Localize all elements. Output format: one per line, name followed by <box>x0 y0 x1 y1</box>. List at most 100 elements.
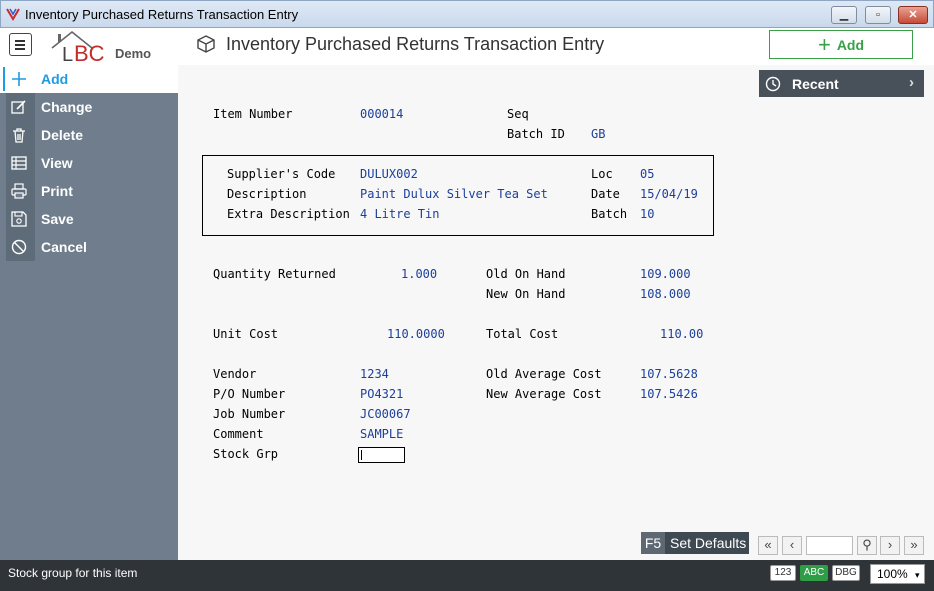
vendor-value[interactable]: 1234 <box>360 367 389 381</box>
sidebar-item-print[interactable]: Print <box>0 177 178 205</box>
quantity-returned-label: Quantity Returned <box>213 267 336 281</box>
minimize-button[interactable]: ▁ <box>831 6 857 24</box>
table-icon <box>11 156 27 170</box>
printer-icon <box>11 183 27 199</box>
new-on-hand-value: 108.000 <box>640 287 691 301</box>
comment-label: Comment <box>213 427 264 441</box>
page-title: Inventory Purchased Returns Transaction … <box>226 34 605 54</box>
last-record-button[interactable]: » <box>904 536 924 555</box>
comment-value[interactable]: SAMPLE <box>360 427 403 441</box>
f5-key-badge: F5 <box>641 532 665 554</box>
sidebar-item-cancel[interactable]: Cancel <box>0 233 178 261</box>
po-number-value[interactable]: PO4321 <box>360 387 403 401</box>
search-icon[interactable]: ⚲ <box>857 536 877 555</box>
svg-text:L: L <box>62 44 73 64</box>
sidebar-item-label: Print <box>41 183 73 199</box>
zoom-value: 100% <box>877 567 908 581</box>
batch-id-value[interactable]: GB <box>591 127 605 141</box>
old-average-cost-value: 107.5628 <box>640 367 698 381</box>
old-on-hand-value: 109.000 <box>640 267 691 281</box>
extra-description-value[interactable]: 4 Litre Tin <box>360 207 439 221</box>
total-cost-value: 110.00 <box>660 327 704 341</box>
suppliers-code-value[interactable]: DULUX002 <box>360 167 418 181</box>
sidebar-item-change[interactable]: Change <box>0 93 178 121</box>
debug-mode-badge[interactable]: DBG <box>832 565 860 581</box>
maximize-button[interactable]: ▫ <box>865 6 891 24</box>
previous-record-button[interactable]: ‹ <box>782 536 802 555</box>
set-defaults-button[interactable]: F5 Set Defaults <box>641 532 749 554</box>
extra-description-label: Extra Description <box>227 207 350 221</box>
seq-label: Seq <box>507 107 529 121</box>
alpha-mode-badge[interactable]: ABC <box>800 565 828 581</box>
sidebar-item-delete[interactable]: Delete <box>0 121 178 149</box>
app-icon <box>6 8 20 21</box>
status-message: Stock group for this item <box>8 566 138 580</box>
svg-text:BC: BC <box>74 41 105 64</box>
sidebar-item-label: Cancel <box>41 239 87 255</box>
sidebar-item-label: View <box>41 155 73 171</box>
total-cost-label: Total Cost <box>486 327 559 341</box>
zoom-select[interactable]: 100% ▾ <box>870 564 925 584</box>
unit-cost-value[interactable]: 110.0000 <box>387 327 445 341</box>
add-button[interactable]: + Add <box>769 30 913 59</box>
status-bar: Stock group for this item 123 ABC DBG 10… <box>0 560 934 591</box>
trash-icon <box>13 128 25 143</box>
sidebar-item-label: Change <box>41 99 93 115</box>
batch-id-label: Batch ID <box>507 127 565 141</box>
quantity-returned-value[interactable]: 1.000 <box>401 267 437 281</box>
set-defaults-label: Set Defaults <box>670 535 747 551</box>
unit-cost-label: Unit Cost <box>213 327 279 341</box>
new-average-cost-label: New Average Cost <box>486 387 602 401</box>
numeric-mode-badge[interactable]: 123 <box>770 565 796 581</box>
stock-grp-input[interactable] <box>358 447 405 463</box>
suppliers-code-label: Supplier's Code <box>227 167 336 181</box>
sidebar-item-label: Save <box>41 211 74 227</box>
job-number-value[interactable]: JC00067 <box>360 407 411 421</box>
chevron-right-icon: › <box>909 74 914 91</box>
record-number-input[interactable] <box>806 536 853 555</box>
save-icon <box>11 211 27 227</box>
window-titlebar: Inventory Purchased Returns Transaction … <box>0 0 934 28</box>
recent-label: Recent <box>792 76 839 92</box>
clock-icon <box>765 76 781 92</box>
po-number-label: P/O Number <box>213 387 286 401</box>
loc-label: Loc <box>591 167 613 181</box>
sidebar-item-label: Delete <box>41 127 84 143</box>
date-label: Date <box>591 187 620 201</box>
close-button[interactable]: ✕ <box>898 6 928 24</box>
first-record-button[interactable]: « <box>758 536 778 555</box>
description-value[interactable]: Paint Dulux Silver Tea Set <box>360 187 548 201</box>
batch-label: Batch <box>591 207 628 221</box>
app-header: L BC Demo Inventory Purchased Returns Tr… <box>0 28 934 65</box>
logo-demo-text: Demo <box>115 46 152 61</box>
plus-icon <box>12 72 26 86</box>
item-number-value[interactable]: 000014 <box>360 107 403 121</box>
next-record-button[interactable]: › <box>880 536 900 555</box>
loc-value[interactable]: 05 <box>640 167 654 181</box>
new-on-hand-label: New On Hand <box>486 287 566 301</box>
chevron-down-icon: ▾ <box>915 570 920 580</box>
old-average-cost-label: Old Average Cost <box>486 367 602 381</box>
sidebar-item-label: Add <box>41 71 69 87</box>
old-on-hand-label: Old On Hand <box>486 267 566 281</box>
box-icon <box>197 35 215 53</box>
description-label: Description <box>227 187 307 201</box>
sidebar: Add Change Delete View Print Save Cancel <box>0 65 178 560</box>
vendor-label: Vendor <box>213 367 257 381</box>
job-number-label: Job Number <box>213 407 286 421</box>
batch-value[interactable]: 10 <box>640 207 654 221</box>
new-average-cost-value: 107.5426 <box>640 387 698 401</box>
recent-button[interactable]: Recent › <box>759 70 924 97</box>
logo-icon: L BC <box>51 30 105 64</box>
edit-icon <box>11 100 26 114</box>
hamburger-menu-button[interactable] <box>9 33 32 56</box>
sidebar-item-view[interactable]: View <box>0 149 178 177</box>
sidebar-item-save[interactable]: Save <box>0 205 178 233</box>
window-title: Inventory Purchased Returns Transaction … <box>25 7 299 22</box>
plus-icon: + <box>817 32 831 57</box>
item-number-label: Item Number <box>213 107 293 121</box>
sidebar-item-add[interactable]: Add <box>0 65 178 93</box>
stock-grp-label: Stock Grp <box>213 447 279 461</box>
cancel-icon <box>11 239 27 255</box>
date-value[interactable]: 15/04/19 <box>640 187 698 201</box>
